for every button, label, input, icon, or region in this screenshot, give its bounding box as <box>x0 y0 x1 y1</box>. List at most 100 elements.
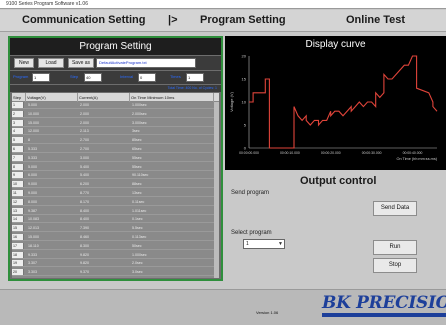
load-button[interactable]: Load <box>38 58 64 68</box>
cell-current[interactable]: 8.170 <box>78 199 130 206</box>
cell-on-time[interactable]: 0.113sec <box>130 234 214 241</box>
table-row[interactable]: 20 3.303 9.370 3.0sec <box>12 269 219 277</box>
cell-on-time[interactable]: 65sec <box>130 146 214 153</box>
cell-current[interactable]: 9.370 <box>78 269 130 276</box>
cell-on-time[interactable]: 0.1sec <box>130 216 214 223</box>
row-step-number: 19 <box>12 260 24 267</box>
cell-current[interactable]: 2.700 <box>78 146 130 153</box>
interval-field[interactable]: 0 <box>138 73 156 82</box>
table-row[interactable]: 10 9.000 6.200 88sec <box>12 181 219 189</box>
table-row[interactable]: 19 3.307 9.820 2.0sec <box>12 260 219 268</box>
grid-scrollbar[interactable] <box>214 102 219 278</box>
cell-current[interactable]: 5.400 <box>78 164 130 171</box>
table-row[interactable]: 18 9.333 9.820 1.000sec <box>12 251 219 259</box>
cell-voltage[interactable]: 5.333 <box>26 146 78 153</box>
cell-voltage[interactable]: 5.000 <box>26 164 78 171</box>
cell-on-time[interactable]: 0.11sec <box>130 199 214 206</box>
cell-current[interactable]: 8.300 <box>78 243 130 250</box>
cell-current[interactable]: 9.820 <box>78 260 130 267</box>
tab-communication-setting[interactable]: Communication Setting <box>22 14 145 26</box>
cell-on-time[interactable]: 1.011sec <box>130 208 214 215</box>
logo-text: BK PRECISION <box>322 293 446 313</box>
cell-voltage[interactable]: 18.110 <box>26 243 78 250</box>
cell-voltage[interactable]: 3.307 <box>26 260 78 267</box>
stop-button[interactable]: Stop <box>373 258 417 273</box>
cell-current[interactable]: 2.000 <box>78 102 130 109</box>
run-button[interactable]: Run <box>373 240 417 255</box>
cell-on-time[interactable]: 50sec <box>130 243 214 250</box>
cell-on-time[interactable]: 1.000sec <box>130 102 214 109</box>
table-row[interactable]: 8 5.000 5.400 55sec <box>12 163 219 171</box>
table-row[interactable]: 4 12.000 2.113 3sec <box>12 128 219 136</box>
table-row[interactable]: 5 8 2.700 85sec <box>12 137 219 145</box>
table-row[interactable]: 17 18.110 8.300 50sec <box>12 242 219 250</box>
row-step-number: 10 <box>12 181 24 188</box>
table-row[interactable]: 9 6.000 5.400 90.110sec <box>12 172 219 180</box>
cell-on-time[interactable]: 5.5sec <box>130 225 214 232</box>
table-row[interactable]: 15 12.013 7.390 5.5sec <box>12 225 219 233</box>
cell-voltage[interactable]: 9.000 <box>26 181 78 188</box>
table-row[interactable]: 13 9.387 8.400 1.011sec <box>12 207 219 215</box>
cell-current[interactable]: 2.113 <box>78 128 130 135</box>
cell-current[interactable]: 2.000 <box>78 120 130 127</box>
cell-current[interactable]: 8.400 <box>78 216 130 223</box>
cell-current[interactable]: 7.390 <box>78 225 130 232</box>
cell-current[interactable]: 6.200 <box>78 181 130 188</box>
new-button[interactable]: New <box>14 58 34 68</box>
times-field[interactable]: 1 <box>186 73 204 82</box>
select-program-dropdown[interactable]: 1 ▼ <box>243 239 285 249</box>
table-row[interactable]: 11 9.000 8.770 13sec <box>12 190 219 197</box>
cell-voltage[interactable]: 9.387 <box>26 208 78 215</box>
cell-voltage[interactable]: 9.000 <box>26 190 78 197</box>
send-data-button[interactable]: Send Data <box>373 201 417 216</box>
cell-on-time[interactable]: 1.000sec <box>130 252 214 259</box>
program-number-field[interactable]: 1 <box>32 73 50 82</box>
cell-voltage[interactable]: 10.000 <box>26 111 78 118</box>
cell-voltage[interactable]: 9.333 <box>26 252 78 259</box>
cell-current[interactable]: 2.000 <box>78 111 130 118</box>
table-row[interactable]: 3 15.000 2.000 3.000sec <box>12 119 219 127</box>
cell-current[interactable]: 8.400 <box>78 208 130 215</box>
table-row[interactable]: 2 10.000 2.000 2.000sec <box>12 110 219 118</box>
table-row[interactable]: 16 15.000 8.460 0.113sec <box>12 234 219 241</box>
tab-online-test[interactable]: Online Test <box>346 14 405 26</box>
cell-on-time[interactable]: 3sec <box>130 128 214 135</box>
cell-current[interactable]: 9.820 <box>78 252 130 259</box>
cell-current[interactable]: 5.400 <box>78 172 130 179</box>
table-row[interactable]: 7 5.333 3.000 55sec <box>12 154 219 162</box>
cell-on-time[interactable]: 88sec <box>130 181 214 188</box>
cell-voltage[interactable]: 5.333 <box>26 155 78 162</box>
cell-voltage[interactable]: 15.000 <box>26 120 78 127</box>
table-row[interactable]: 12 8.000 8.170 0.11sec <box>12 198 219 206</box>
cell-on-time[interactable]: 55sec <box>130 155 214 162</box>
cell-on-time[interactable]: 2.0sec <box>130 260 214 267</box>
cell-voltage[interactable]: 8.000 <box>26 199 78 206</box>
tab-program-setting[interactable]: Program Setting <box>200 14 286 26</box>
cell-on-time[interactable]: 3.0sec <box>130 269 214 276</box>
cell-voltage[interactable]: 8 <box>26 137 78 144</box>
cell-voltage[interactable]: 5.000 <box>26 102 78 109</box>
step-count-field[interactable]: 40 <box>84 73 102 82</box>
cell-on-time[interactable]: 85sec <box>130 137 214 144</box>
table-row[interactable]: 6 5.333 2.700 65sec <box>12 146 219 153</box>
cell-voltage[interactable]: 3.303 <box>26 269 78 276</box>
filename-field[interactable]: DefaultActivateProgram.txt <box>96 58 196 68</box>
cell-current[interactable]: 8.770 <box>78 190 130 197</box>
cell-on-time[interactable]: 13sec <box>130 190 214 197</box>
cell-voltage[interactable]: 12.000 <box>26 128 78 135</box>
cell-on-time[interactable]: 90.110sec <box>130 172 214 179</box>
cell-voltage[interactable]: 15.000 <box>26 234 78 241</box>
cell-voltage[interactable]: 6.000 <box>26 172 78 179</box>
select-program-value: 1 <box>246 241 249 247</box>
cell-on-time[interactable]: 55sec <box>130 164 214 171</box>
cell-on-time[interactable]: 3.000sec <box>130 120 214 127</box>
cell-current[interactable]: 2.700 <box>78 137 130 144</box>
cell-voltage[interactable]: 10.083 <box>26 216 78 223</box>
table-row[interactable]: 1 5.000 2.000 1.000sec <box>12 102 219 109</box>
cell-on-time[interactable]: 2.000sec <box>130 111 214 118</box>
cell-current[interactable]: 3.000 <box>78 155 130 162</box>
table-row[interactable]: 14 10.083 8.400 0.1sec <box>12 216 219 224</box>
save-as-button[interactable]: Save as <box>68 58 94 68</box>
cell-current[interactable]: 8.460 <box>78 234 130 241</box>
cell-voltage[interactable]: 12.013 <box>26 225 78 232</box>
